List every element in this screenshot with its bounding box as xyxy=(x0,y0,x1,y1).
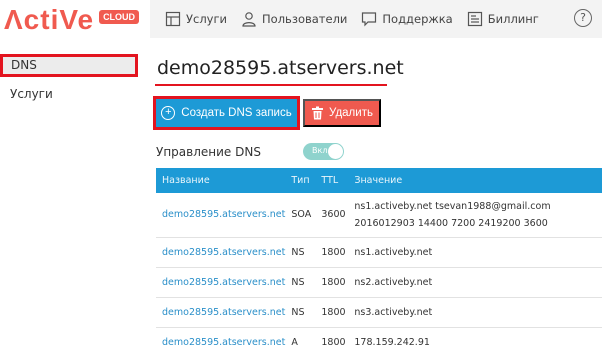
services-icon xyxy=(165,11,181,27)
column-header-value[interactable]: Значение xyxy=(348,168,602,193)
billing-icon xyxy=(467,11,482,27)
logo-badge: CLOUD xyxy=(99,10,140,24)
table-row[interactable]: demo28595.atservers.net NS 1800 ns1.acti… xyxy=(156,237,602,268)
dns-toggle[interactable]: Вкл xyxy=(303,143,344,160)
record-name-link[interactable]: demo28595.atservers.net xyxy=(156,327,286,350)
nav-users-label: Пользователи xyxy=(262,12,348,26)
create-dns-record-label: Создать DNS запись xyxy=(181,107,292,119)
record-value: ns1.activeby.net xyxy=(348,237,602,268)
trash-icon xyxy=(312,106,324,120)
record-ttl: 1800 xyxy=(315,267,349,298)
table-row[interactable]: demo28595.atservers.net NS 1800 ns3.acti… xyxy=(156,297,602,328)
table-header-row: Название Тип TTL Значение xyxy=(156,168,602,193)
nav-billing-label: Биллинг xyxy=(487,12,539,26)
page-title: demo28595.atservers.net xyxy=(157,57,404,79)
record-type: SOA xyxy=(285,193,316,238)
nav-support[interactable]: Поддержка xyxy=(361,11,453,27)
record-type: NS xyxy=(285,237,316,268)
column-header-type[interactable]: Тип xyxy=(285,168,315,193)
record-value: ns3.activeby.net xyxy=(348,297,602,328)
dns-records-table: Название Тип TTL Значение demo28595.atse… xyxy=(156,168,602,350)
nav-services-label: Услуги xyxy=(186,12,228,26)
help-icon[interactable]: ? xyxy=(574,9,592,27)
record-ttl: 1800 xyxy=(315,237,349,268)
record-value: ns1.activeby.net tsevan1988@gmail.com 20… xyxy=(348,193,602,238)
record-type: A xyxy=(285,327,316,350)
record-name-link[interactable]: demo28595.atservers.net xyxy=(156,297,286,328)
record-name-link[interactable]: demo28595.atservers.net xyxy=(156,267,286,298)
create-dns-record-button[interactable]: + Создать DNS запись xyxy=(153,96,300,130)
dns-toggle-label: Вкл xyxy=(312,146,328,155)
support-icon xyxy=(362,12,377,27)
nav-services[interactable]: Услуги xyxy=(165,11,227,27)
table-row[interactable]: demo28595.atservers.net SOA 3600 ns1.act… xyxy=(156,193,602,238)
sidebar-item-services[interactable]: Услуги xyxy=(0,83,140,106)
plus-circle-icon: + xyxy=(161,106,176,120)
record-ttl: 1800 xyxy=(315,297,349,328)
dns-management-label: Управление DNS xyxy=(156,145,261,159)
record-ttl: 1800 xyxy=(315,327,349,350)
users-icon xyxy=(242,12,256,27)
nav-users[interactable]: Пользователи xyxy=(241,11,347,27)
nav-support-label: Поддержка xyxy=(382,12,453,26)
record-name-link[interactable]: demo28595.atservers.net xyxy=(156,193,286,238)
table-row[interactable]: demo28595.atservers.net NS 1800 ns2.acti… xyxy=(156,267,602,298)
record-type: NS xyxy=(285,267,316,298)
nav-billing[interactable]: Биллинг xyxy=(467,11,539,27)
title-underline xyxy=(155,84,387,86)
record-type: NS xyxy=(285,297,316,328)
column-header-name[interactable]: Название xyxy=(156,168,285,193)
logo-text: ΛctiVe xyxy=(4,4,95,35)
sidebar: DNS Услуги xyxy=(0,54,140,106)
top-nav: Услуги Пользователи Поддержка Биллинг ? xyxy=(150,0,602,38)
sidebar-item-dns[interactable]: DNS xyxy=(0,54,138,77)
logo[interactable]: ΛctiVe CLOUD xyxy=(4,4,140,35)
record-name-link[interactable]: demo28595.atservers.net xyxy=(156,237,286,268)
record-value: 178.159.242.91 xyxy=(348,327,602,350)
delete-label: Удалить xyxy=(329,107,373,119)
delete-button[interactable]: Удалить xyxy=(303,99,381,127)
toggle-knob xyxy=(328,144,343,159)
record-value: ns2.activeby.net xyxy=(348,267,602,298)
column-header-ttl[interactable]: TTL xyxy=(315,168,348,193)
record-ttl: 3600 xyxy=(315,193,349,238)
table-row[interactable]: demo28595.atservers.net A 1800 178.159.2… xyxy=(156,327,602,350)
